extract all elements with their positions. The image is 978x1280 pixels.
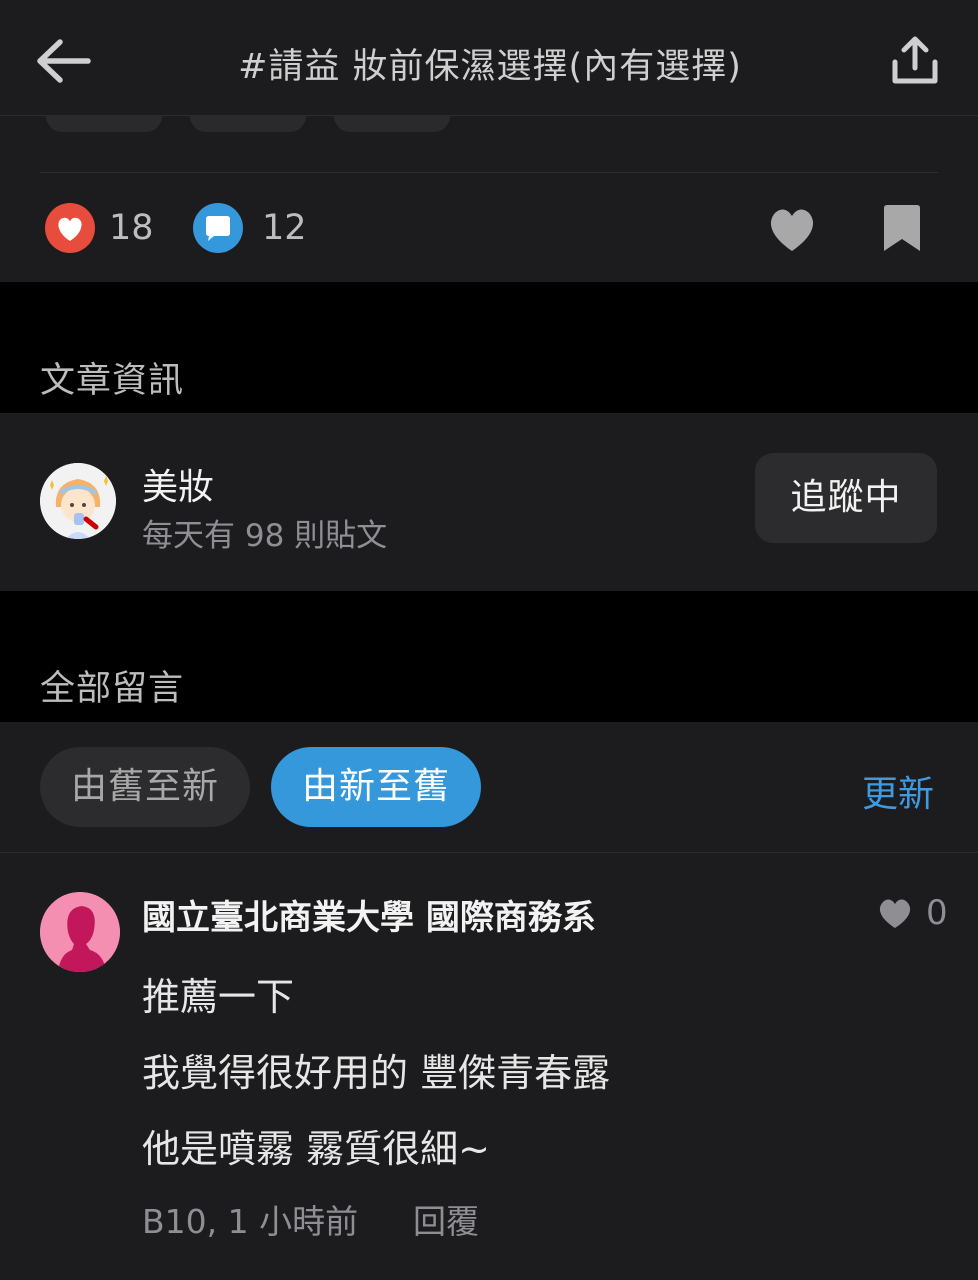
reply-button[interactable]: 回覆 — [413, 1195, 479, 1243]
share-button[interactable] — [890, 34, 940, 86]
article-info-heading: 文章資訊 — [40, 361, 185, 401]
bookmark-button[interactable] — [881, 203, 923, 253]
board-post-frequency: 每天有 98 則貼文 — [142, 518, 388, 554]
comment-author[interactable]: 國立臺北商業大學 國際商務系 — [142, 890, 596, 939]
refresh-button[interactable]: 更新 — [862, 765, 934, 817]
like-button[interactable] — [765, 204, 819, 254]
all-comments-heading: 全部留言 — [40, 669, 185, 709]
female-silhouette-icon — [40, 892, 120, 972]
comment-text-line: 推薦一下 — [142, 975, 295, 1019]
comment-like-button[interactable] — [876, 896, 914, 930]
heart-icon — [770, 209, 814, 251]
comment-like-count: 0 — [926, 893, 948, 933]
board-name: 美妝 — [142, 467, 215, 508]
like-reaction-icon[interactable] — [44, 202, 96, 254]
arrow-left-icon — [37, 39, 91, 83]
tag-chip[interactable] — [190, 116, 306, 132]
heart-icon — [879, 899, 911, 928]
share-upload-icon — [892, 36, 938, 84]
comment-meta: B10, 1 小時前 — [142, 1202, 359, 1241]
divider — [40, 172, 938, 173]
sort-old-to-new-button[interactable]: 由舊至新 — [40, 747, 250, 827]
comment-reaction-icon[interactable] — [192, 202, 244, 254]
post-actions-section — [0, 116, 978, 282]
comment-count: 12 — [262, 208, 307, 248]
commenter-avatar[interactable] — [40, 892, 120, 972]
comment-text-line: 他是噴霧 霧質很細~ — [142, 1127, 490, 1171]
page-title: #請益 妝前保濕選擇(內有選擇) — [238, 47, 742, 87]
back-button[interactable] — [36, 38, 92, 84]
tag-chip[interactable] — [334, 116, 450, 132]
bookmark-icon — [884, 205, 920, 251]
board-avatar — [40, 463, 116, 539]
following-button[interactable]: 追蹤中 — [755, 453, 937, 543]
sort-new-to-old-button[interactable]: 由新至舊 — [271, 747, 481, 827]
tag-chip[interactable] — [46, 116, 162, 132]
comment-text-line: 我覺得很好用的 豐傑青春露 — [142, 1051, 611, 1095]
like-count: 18 — [109, 208, 154, 248]
